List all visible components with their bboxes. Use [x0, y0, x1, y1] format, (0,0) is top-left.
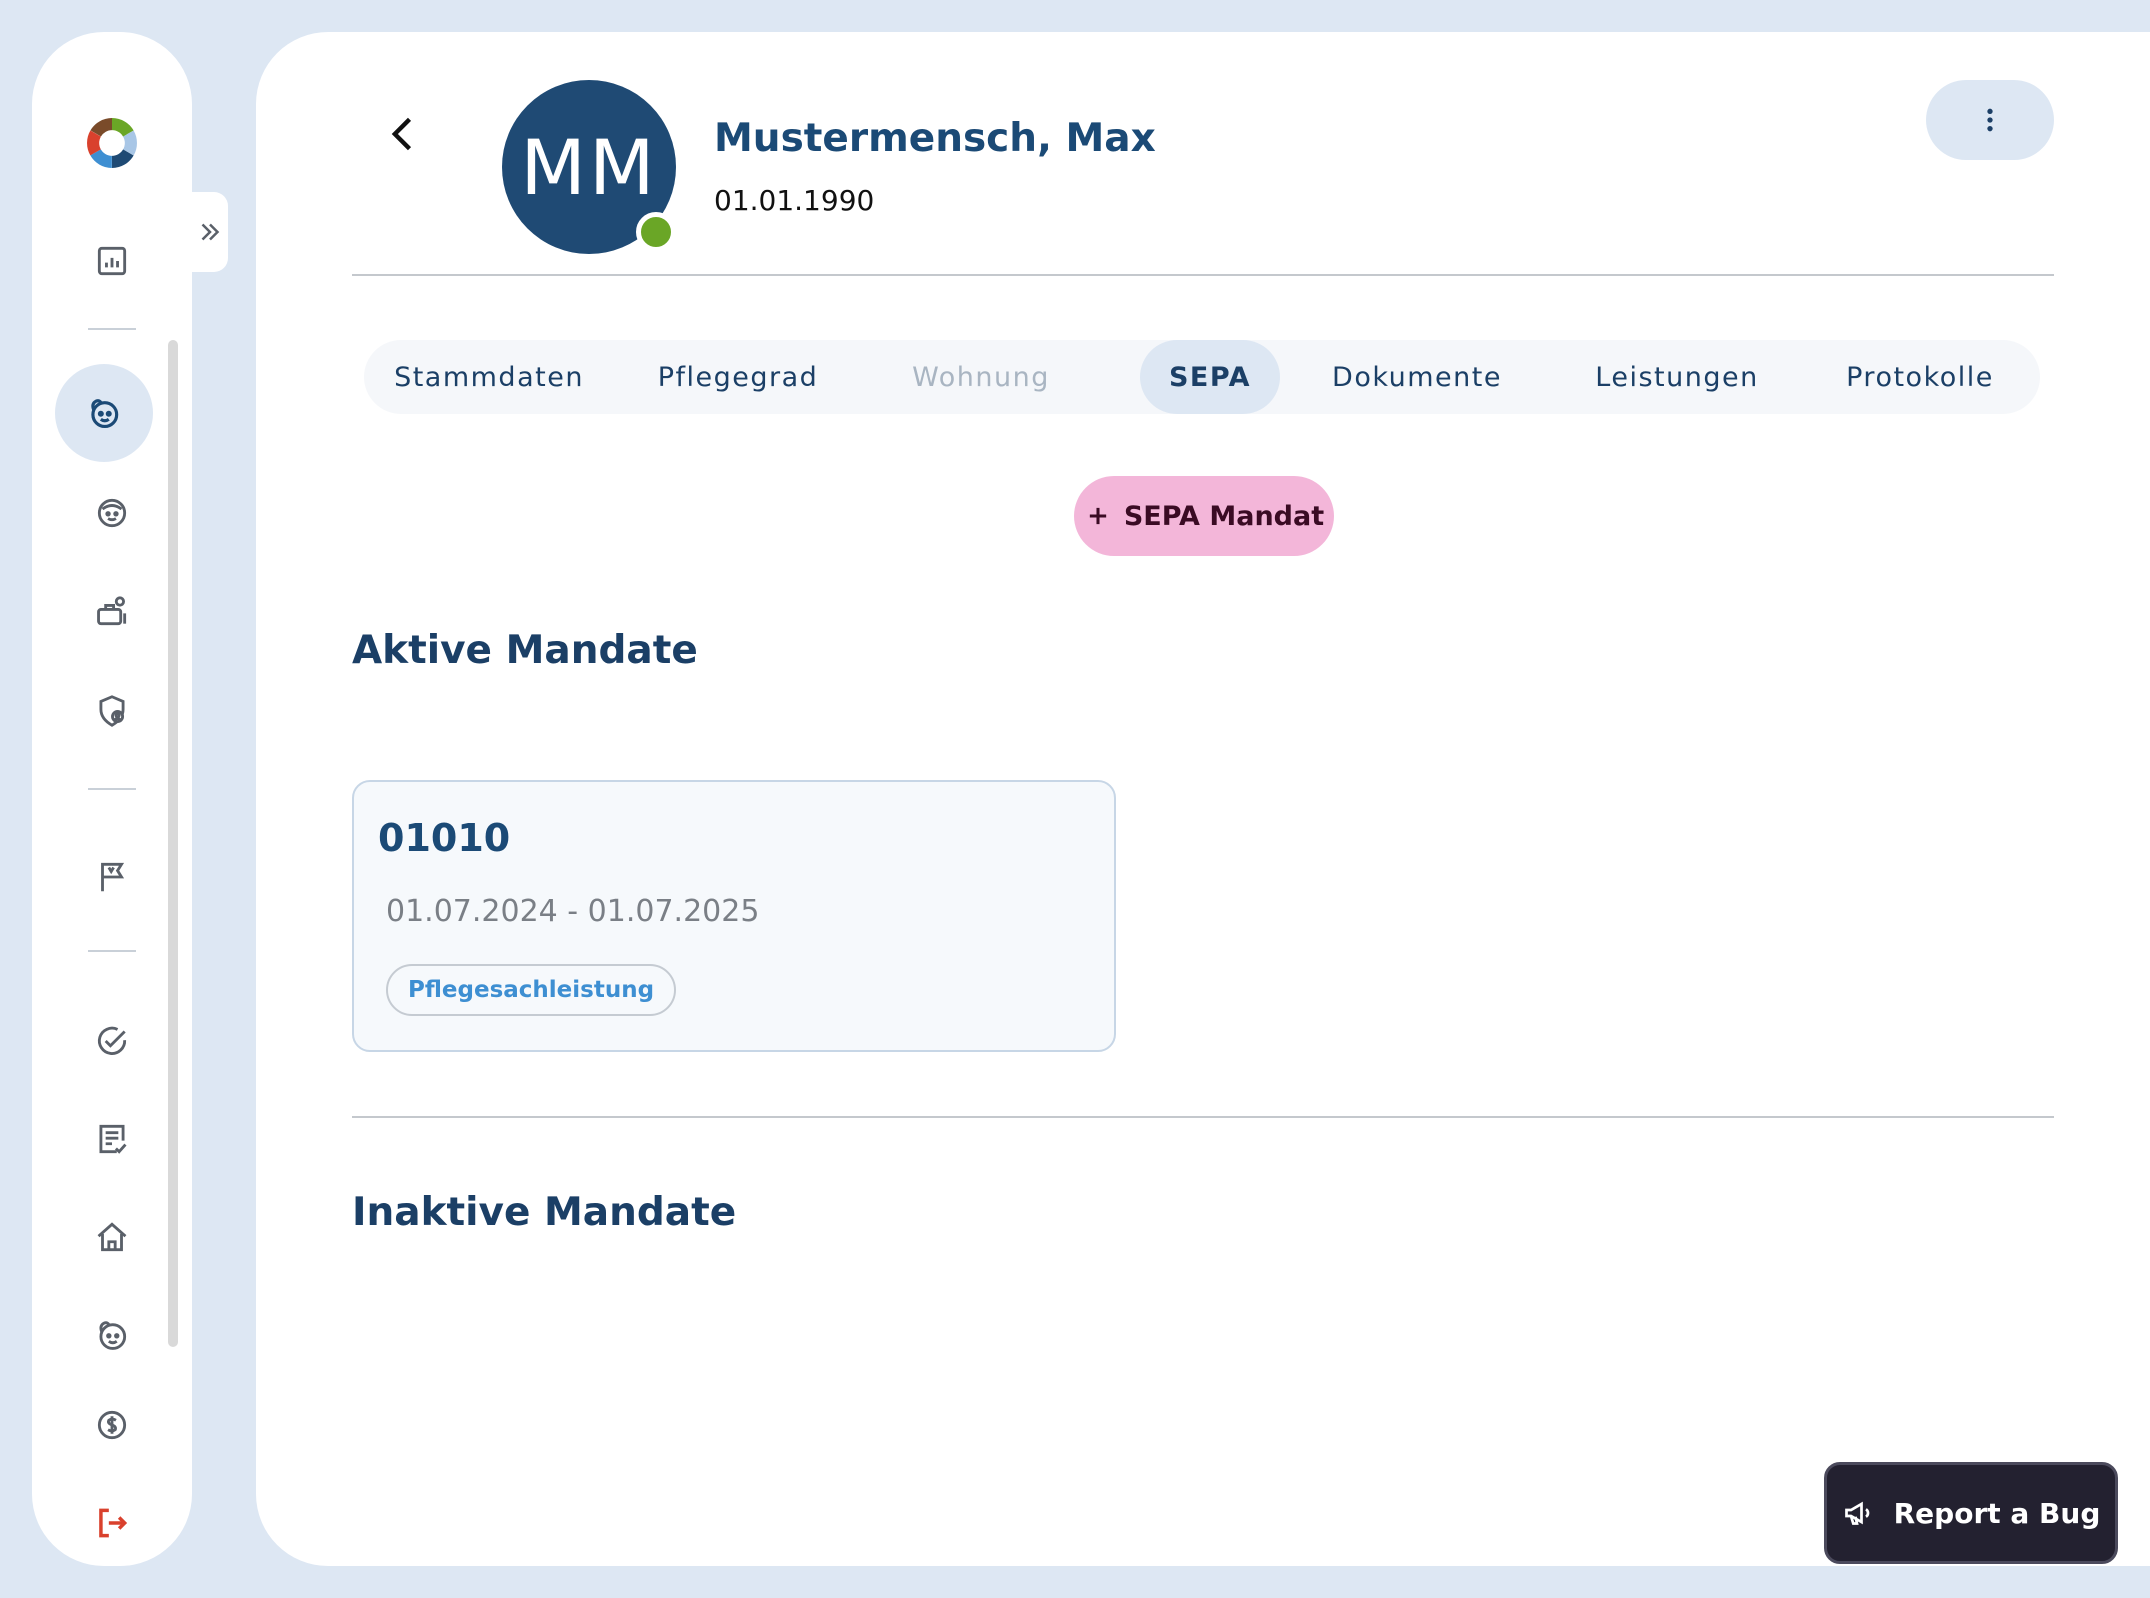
sidebar-item-tasks[interactable] — [56, 992, 168, 1090]
tab-wohnung: Wohnung — [912, 361, 1050, 393]
mandate-id: 01010 — [378, 816, 511, 860]
header-divider — [352, 274, 2054, 276]
report-bug-label: Report a Bug — [1893, 1496, 2101, 1530]
back-button[interactable] — [376, 102, 432, 166]
tab-stammdaten[interactable]: Stammdaten — [364, 340, 614, 414]
sidebar-item-contacts[interactable] — [56, 464, 168, 562]
section-divider — [352, 1116, 2054, 1118]
mandate-date-range: 01.07.2024 - 01.07.2025 — [386, 894, 760, 929]
chevron-left-icon — [391, 117, 412, 151]
mandate-service-tag: Pflegesachleistung — [386, 964, 677, 1016]
sidebar-item-insurance[interactable] — [56, 662, 168, 760]
sidebar-item-flags[interactable] — [56, 828, 168, 926]
sidebar-divider — [88, 950, 136, 952]
app-logo[interactable] — [56, 94, 168, 192]
tab-sepa[interactable]: SEPA — [1140, 340, 1280, 414]
expand-sidebar-button[interactable] — [192, 192, 228, 272]
megaphone-icon — [1844, 1501, 1869, 1525]
sidebar-item-lists[interactable] — [56, 1090, 168, 1188]
face-icon — [99, 1321, 127, 1350]
face-outline-icon — [97, 498, 127, 528]
check-circle-icon — [97, 1026, 127, 1055]
sidebar-divider — [88, 328, 136, 330]
page-title: Mustermensch, Max — [714, 116, 1156, 161]
tab-protokolle[interactable]: Protokolle — [1800, 340, 2040, 414]
sidebar-item-persons[interactable] — [56, 1286, 168, 1384]
chart-icon — [97, 246, 127, 276]
mandate-card[interactable]: 01010 01.07.2024 - 01.07.2025 Pflegesach… — [352, 780, 1116, 1052]
sidebar-scrollbar[interactable] — [168, 340, 178, 1347]
flag-icon — [101, 862, 125, 892]
main-panel: MM Mustermensch, Max 01.01.1990 Stammdat… — [256, 32, 2150, 1566]
more-vertical-icon — [1987, 108, 1993, 132]
dollar-circle-icon — [97, 1410, 127, 1440]
sidebar-divider — [88, 788, 136, 790]
more-options-button[interactable] — [1926, 80, 2054, 160]
add-sepa-mandate-label: SEPA Mandat — [1123, 500, 1325, 532]
sidebar-item-billing[interactable] — [56, 1406, 168, 1446]
sidebar-item-housing[interactable] — [56, 1188, 168, 1286]
add-sepa-mandate-button[interactable]: SEPA Mandat — [1074, 476, 1334, 556]
sidebar-item-logout[interactable] — [56, 1474, 168, 1572]
inactive-mandates-title: Inaktive Mandate — [352, 1190, 737, 1235]
tab-leistungen[interactable]: Leistungen — [1554, 340, 1800, 414]
face-icon — [91, 399, 119, 429]
sidebar-item-caregivers[interactable] — [56, 562, 168, 660]
active-mandates-title: Aktive Mandate — [352, 628, 698, 673]
logout-icon — [99, 1508, 128, 1538]
sidebar — [32, 32, 192, 1566]
tab-dokumente[interactable]: Dokumente — [1304, 340, 1530, 414]
house-icon — [97, 1222, 127, 1252]
tab-bar: Stammdaten Pflegegrad Wohnung SEPA Dokum… — [364, 340, 2040, 414]
sidebar-item-clients[interactable] — [55, 364, 153, 462]
briefcase-user-icon — [97, 596, 127, 626]
plus-icon — [1089, 507, 1107, 525]
logo-ring-icon — [87, 118, 137, 168]
chevrons-right-icon — [201, 223, 220, 241]
report-bug-button[interactable]: Report a Bug — [1824, 1462, 2118, 1564]
shield-user-icon — [99, 695, 125, 727]
checklist-icon — [99, 1124, 127, 1154]
birth-date: 01.01.1990 — [714, 184, 875, 217]
tab-pflegegrad[interactable]: Pflegegrad — [614, 340, 862, 414]
online-status-dot — [636, 212, 676, 252]
sidebar-item-dashboard[interactable] — [56, 212, 168, 310]
